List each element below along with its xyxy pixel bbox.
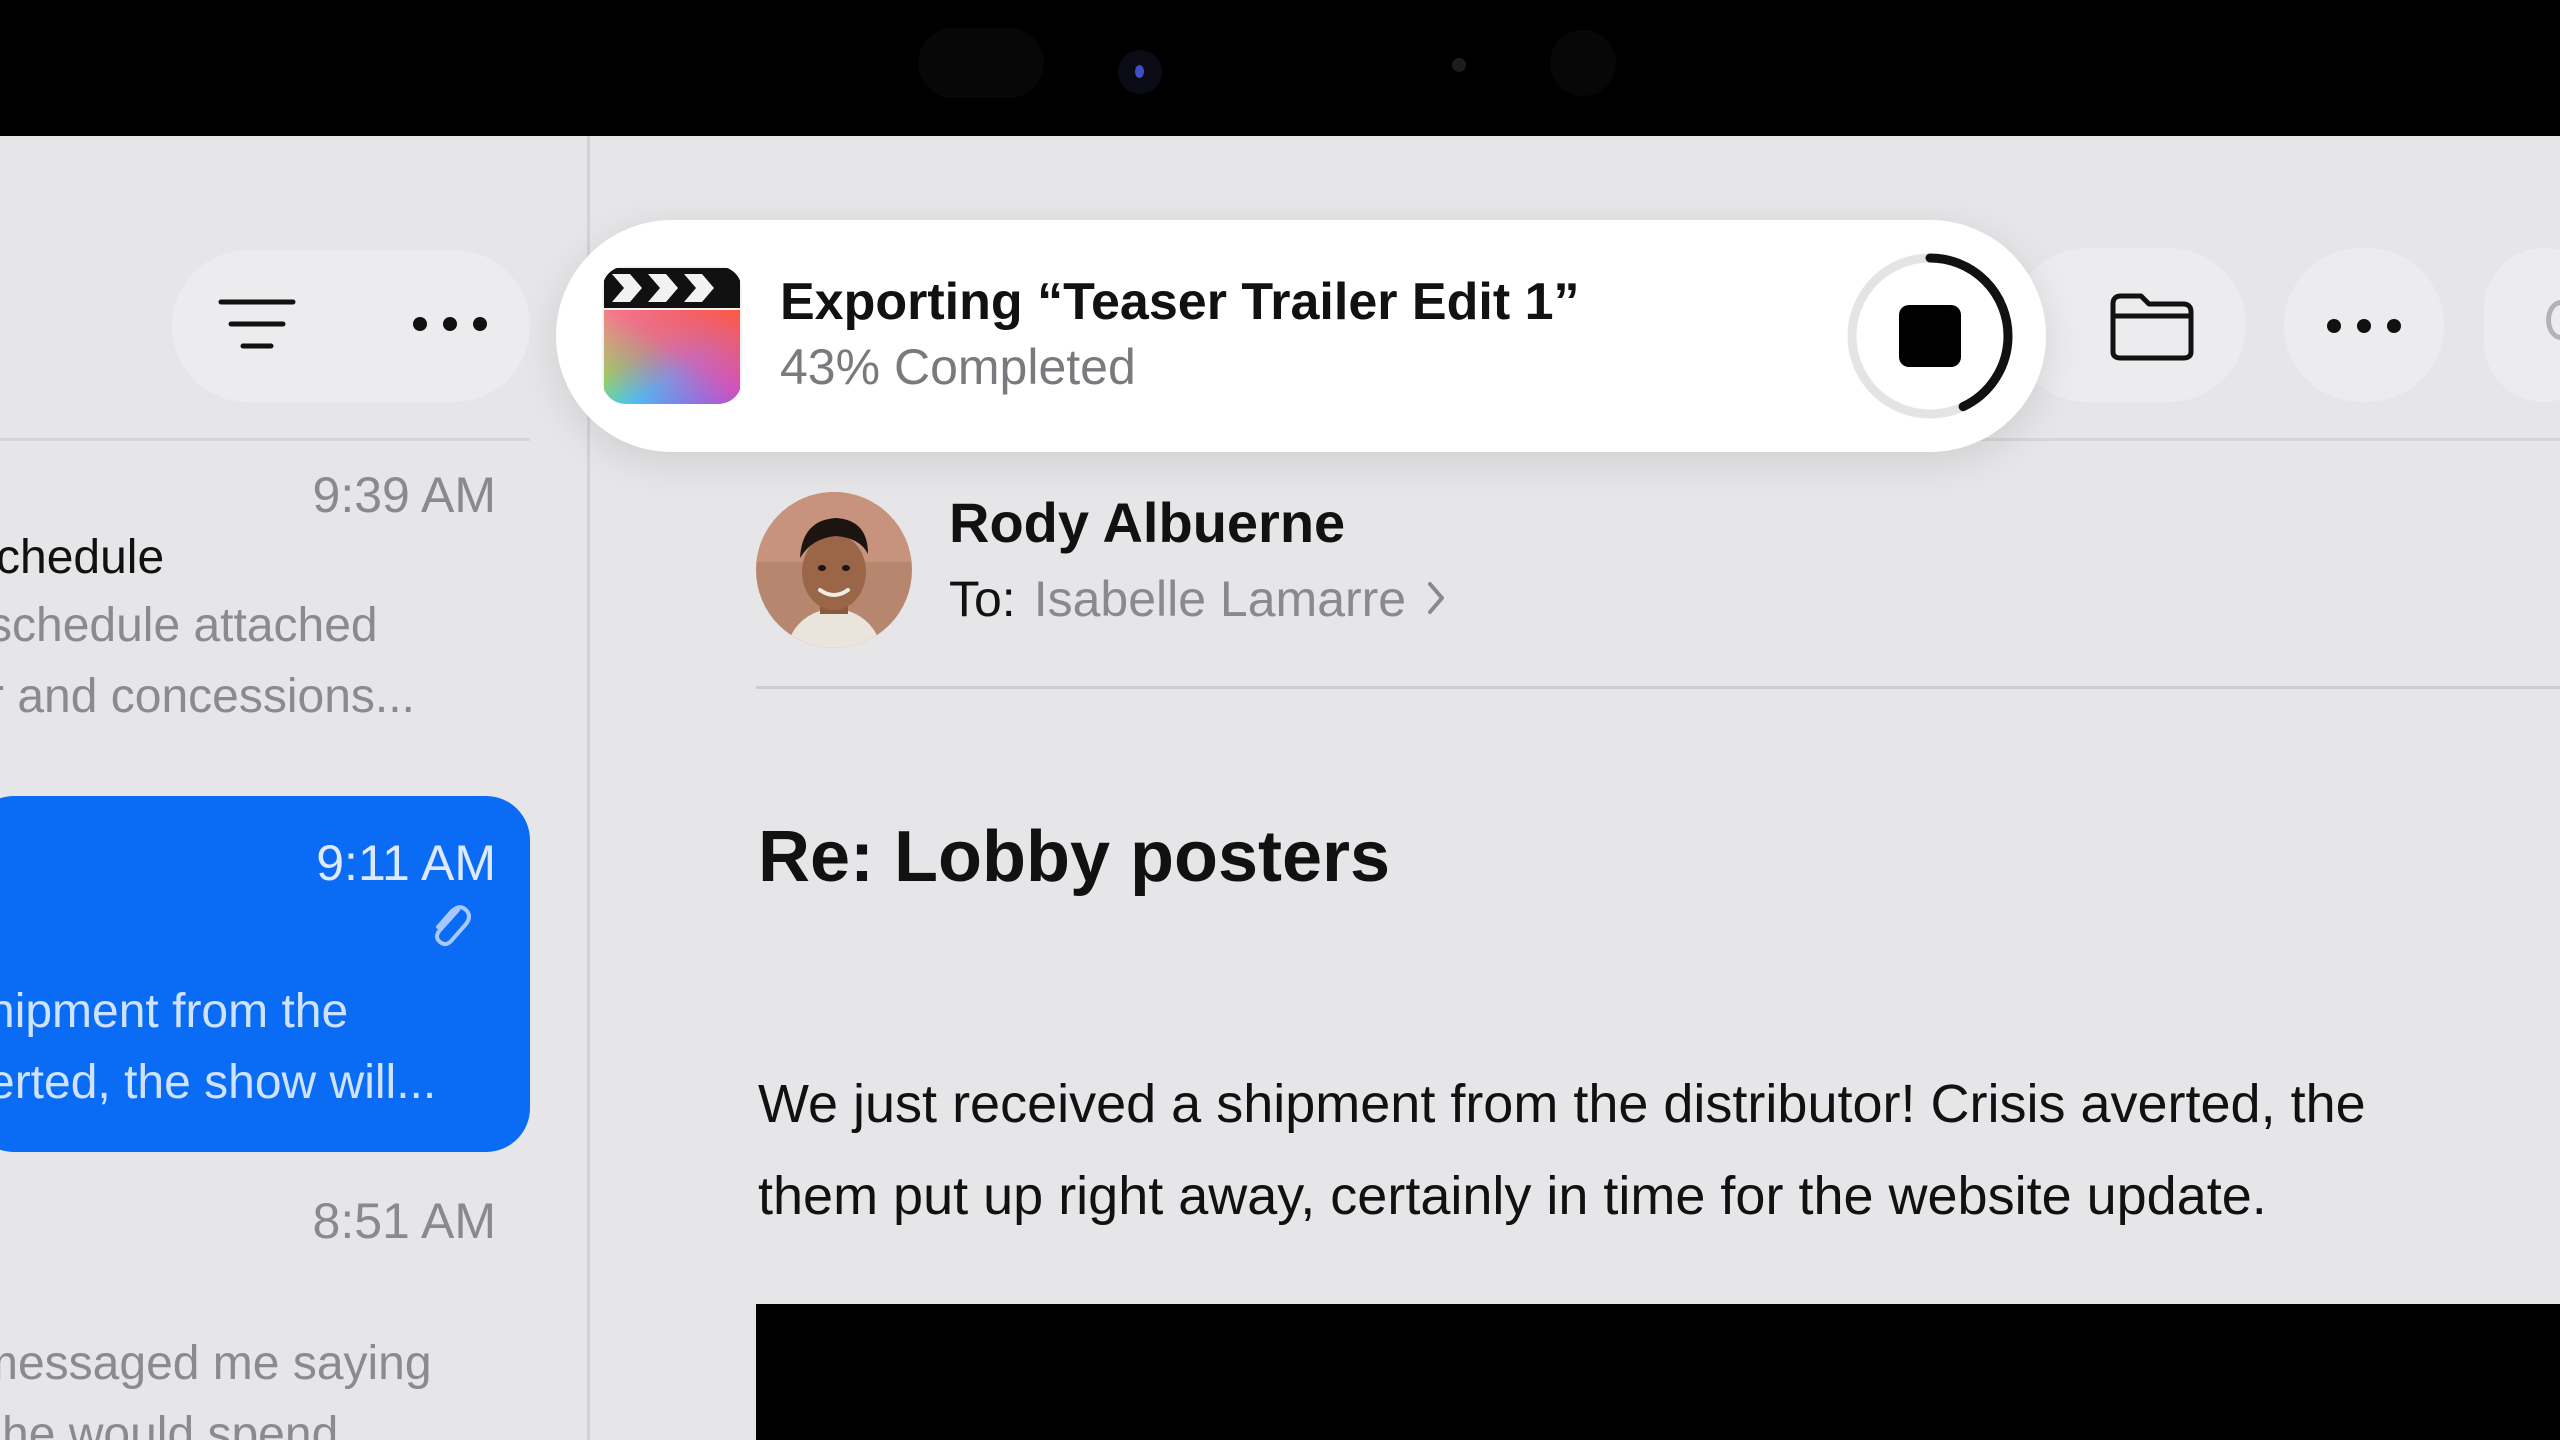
sender-avatar[interactable]: [756, 492, 912, 648]
preview-line: she would spend: [0, 1408, 339, 1440]
mail-app-screen: 9:39 AM chedule schedule attached r and …: [0, 136, 2560, 1440]
list-item-subject: chedule: [0, 531, 165, 584]
list-item-time: 8:51 AM: [312, 1193, 496, 1249]
preview-line: r and concessions...: [0, 670, 415, 723]
message-subject: Re: Lobby posters: [758, 817, 1391, 897]
preview-line: hipment from the: [0, 985, 349, 1038]
preview-line: schedule attached: [0, 599, 378, 652]
list-item-preview: hipment from the erted, the show will...: [0, 976, 436, 1118]
sensor-housing: [918, 28, 1044, 98]
stop-square-icon[interactable]: [1899, 305, 1961, 367]
filter-button[interactable]: [212, 284, 302, 364]
list-item[interactable]: 8:51 AM messaged me saying she would spe…: [0, 1192, 530, 1440]
sender-name: Rody Albuerne: [949, 491, 1346, 554]
export-title: Exporting “Teaser Trailer Edit 1”: [780, 273, 1580, 331]
export-status: 43% Completed: [780, 339, 1136, 395]
final-cut-pro-clapper-icon: [602, 266, 742, 404]
list-item-time: 9:11 AM: [316, 835, 496, 891]
ellipsis-icon: [2327, 319, 2401, 333]
list-item-selected[interactable]: 9:11 AM hipment from the erted, the show…: [0, 796, 530, 1152]
device-bezel: [0, 0, 2560, 136]
header-separator: [756, 686, 2560, 689]
toolbar-separator: [1980, 438, 2560, 441]
sensor-dot: [1452, 58, 1466, 72]
list-item-preview: messaged me saying she would spend: [0, 1328, 432, 1440]
export-progress-toast[interactable]: Exporting “Teaser Trailer Edit 1” 43% Co…: [556, 220, 2046, 452]
recipient-name[interactable]: Isabelle Lamarre: [1034, 570, 1406, 628]
preview-line: messaged me saying: [0, 1337, 432, 1390]
folder-icon: [2110, 293, 2194, 361]
ellipsis-icon: [413, 317, 487, 331]
camera-lens: [1118, 50, 1162, 94]
sensor-housing-round: [1550, 30, 1616, 96]
list-separator: [0, 438, 530, 441]
chevron-right-icon[interactable]: [1426, 570, 1446, 628]
message-body: We just received a shipment from the dis…: [758, 1058, 2560, 1242]
list-item-preview: schedule attached r and concessions...: [0, 590, 415, 732]
recipient-line: To: Isabelle Lamarre: [949, 570, 1446, 628]
to-label: To:: [949, 571, 1016, 627]
body-line: them put up right away, certainly in tim…: [758, 1166, 2267, 1226]
preview-line: erted, the show will...: [0, 1056, 437, 1109]
paperclip-icon: [428, 900, 472, 955]
list-item-time: 9:39 AM: [312, 467, 496, 523]
inline-attachment[interactable]: [756, 1304, 2560, 1440]
list-more-button[interactable]: [400, 284, 500, 364]
message-more-button[interactable]: [2314, 286, 2414, 366]
body-line: We just received a shipment from the dis…: [758, 1074, 2366, 1134]
move-to-folder-button[interactable]: [2104, 286, 2200, 366]
filter-lines-icon: [218, 299, 296, 349]
